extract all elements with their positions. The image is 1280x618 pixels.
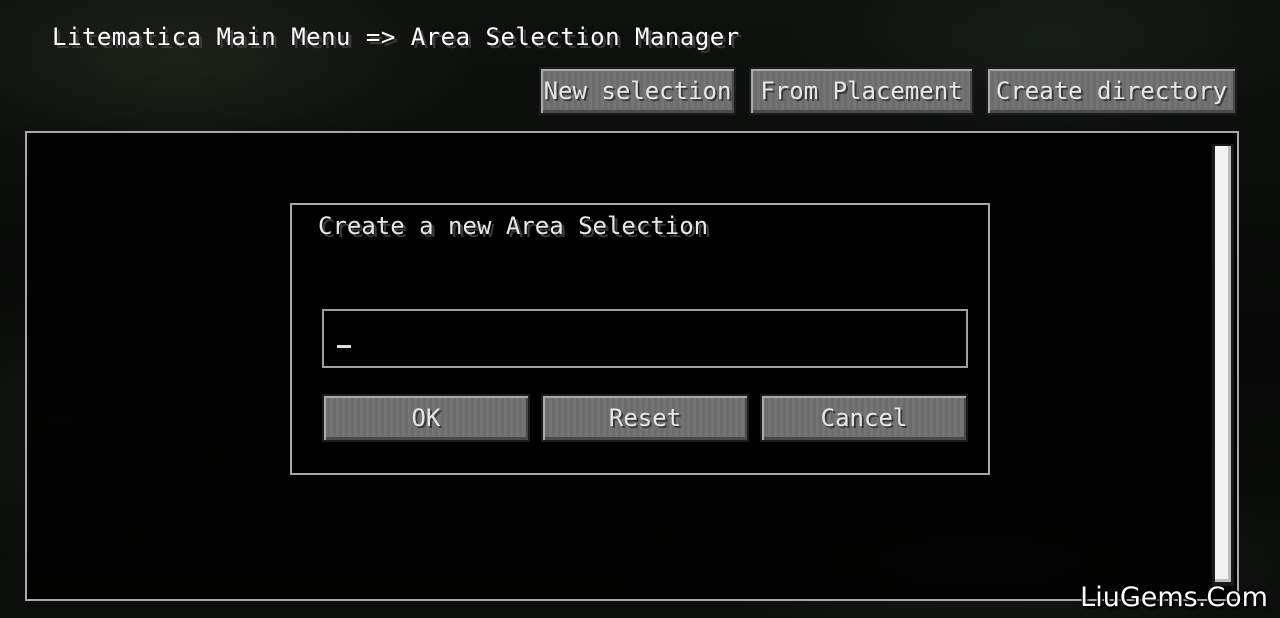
text-cursor — [337, 345, 351, 348]
site-watermark: LiuGems.Com — [1080, 582, 1268, 613]
list-scrollbar-thumb[interactable] — [1215, 146, 1231, 582]
new-selection-button[interactable]: New selection — [539, 67, 736, 115]
breadcrumb[interactable]: Litematica Main Menu => Area Selection M… — [52, 22, 740, 52]
dialog-title: Create a new Area Selection — [318, 212, 709, 240]
create-directory-button[interactable]: Create directory — [986, 67, 1237, 115]
selection-name-input[interactable] — [322, 309, 968, 368]
ok-button[interactable]: OK — [322, 394, 530, 442]
from-placement-button[interactable]: From Placement — [749, 67, 974, 115]
reset-button[interactable]: Reset — [541, 394, 749, 442]
cancel-button[interactable]: Cancel — [760, 394, 968, 442]
